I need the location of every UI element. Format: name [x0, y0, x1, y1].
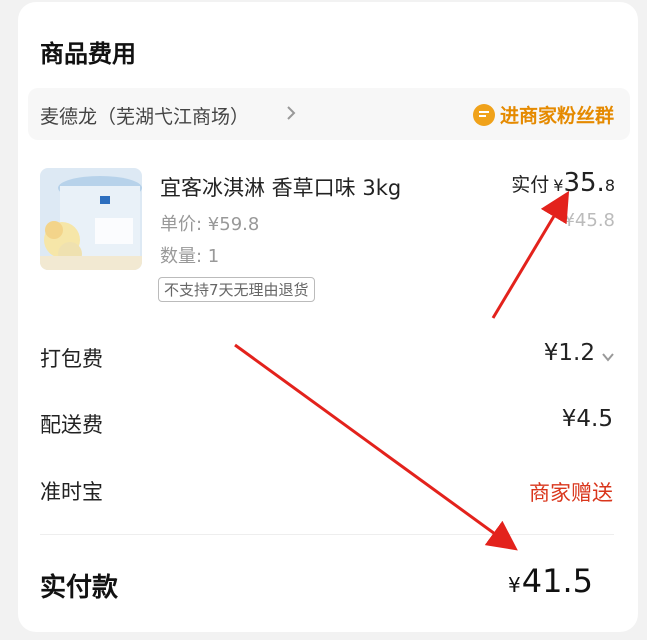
paid-price: 实付 ¥ 35. 8	[511, 168, 615, 198]
product-image[interactable]	[40, 168, 142, 270]
store-row[interactable]: 麦德龙（芜湖弋江商场） 进商家粉丝群	[28, 88, 630, 140]
section-title: 商品费用	[40, 40, 136, 68]
delivery-fee-label: 配送费	[40, 413, 103, 437]
total-label: 实付款	[40, 573, 119, 603]
product-quantity: 数量: 1	[160, 246, 220, 267]
product-name[interactable]: 宜客冰淇淋 香草口味 3kg	[160, 172, 401, 202]
chevron-down-icon[interactable]	[601, 350, 615, 364]
paid-integer: 35.	[563, 168, 605, 198]
packing-fee-value[interactable]: ¥1.2	[544, 340, 595, 366]
fans-group-label[interactable]: 进商家粉丝群	[500, 101, 614, 128]
packing-fee-label: 打包费	[40, 347, 103, 371]
ontime-guarantee-value: 商家赠送	[529, 481, 613, 505]
paid-decimal: 8	[604, 176, 615, 195]
paid-currency: ¥	[553, 176, 564, 195]
chevron-right-icon[interactable]	[283, 105, 299, 121]
original-price: ¥45.8	[563, 210, 615, 231]
divider	[40, 534, 614, 535]
total-number: 41.5	[521, 562, 593, 600]
fans-group-link[interactable]: 进商家粉丝群	[472, 101, 614, 128]
store-name[interactable]: 麦德龙（芜湖弋江商场）	[40, 102, 249, 129]
chat-bubble-icon	[472, 103, 495, 126]
total-amount: ¥ 41.5	[508, 562, 593, 600]
total-currency: ¥	[508, 573, 521, 597]
paid-label: 实付	[511, 174, 550, 196]
unit-price: 单价: ¥59.8	[160, 214, 260, 235]
no-return-tag: 不支持7天无理由退货	[158, 277, 315, 302]
delivery-fee-value: ¥4.5	[561, 406, 613, 432]
ontime-guarantee-label: 准时宝	[40, 480, 103, 504]
